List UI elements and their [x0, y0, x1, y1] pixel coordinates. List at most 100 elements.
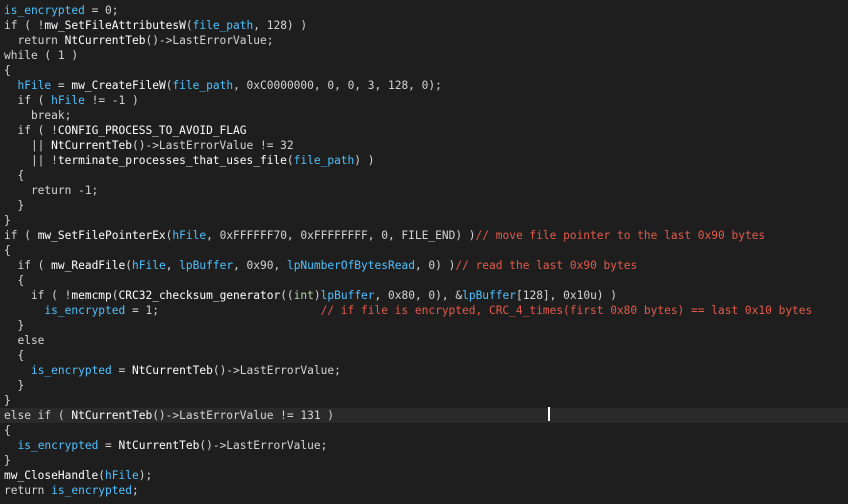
code-line[interactable]: is_encrypted = NtCurrentTeb()->LastError… [4, 363, 341, 378]
code-token: ()->LastErrorValue != 131 ) [152, 409, 335, 422]
code-line[interactable]: { [4, 63, 11, 78]
code-token: (( [280, 289, 294, 302]
code-token: ( [185, 19, 193, 32]
code-token: != -1 ) [84, 94, 139, 107]
code-token: if ( [4, 94, 52, 107]
code-line[interactable]: else [4, 333, 44, 348]
code-line[interactable]: is_encrypted = NtCurrentTeb()->LastError… [4, 438, 327, 453]
code-line[interactable]: } [4, 213, 11, 228]
code-token: } [4, 379, 25, 392]
code-token: while ( 1 ) [4, 49, 79, 62]
code-line[interactable]: is_encrypted = 1; // if file is encrypte… [4, 303, 812, 318]
code-token: CONFIG_PROCESS_TO_AVOID_FLAG [57, 124, 247, 137]
code-token: is_encrypted [51, 484, 132, 497]
code-line[interactable]: is_encrypted = 0; [4, 3, 119, 18]
code-token: = 1; [125, 304, 321, 317]
code-token: ) [313, 289, 321, 302]
code-line[interactable]: if ( !mw_SetFileAttributesW(file_path, 1… [4, 18, 307, 33]
code-token: return -1; [4, 184, 99, 197]
code-line[interactable]: { [4, 273, 24, 288]
code-token: , 0xFFFFFF70, 0xFFFFFFFF, 0, FILE_END) ) [206, 229, 476, 242]
code-token: , [165, 259, 180, 272]
code-line[interactable]: || NtCurrentTeb()->LastErrorValue != 32 [4, 138, 294, 153]
code-token: hFile [105, 469, 139, 482]
code-token: lpBuffer [179, 259, 234, 272]
code-token: CRC32_checksum_generator [118, 289, 281, 302]
code-token: { [4, 64, 11, 77]
code-token: ) ) [354, 154, 375, 167]
code-line[interactable]: mw_CloseHandle(hFile); [4, 468, 152, 483]
code-token: // read the last 0x90 bytes [455, 259, 638, 272]
code-token: , 0) ) [414, 259, 456, 272]
code-token: mw_SetFilePointerEx [37, 229, 166, 242]
code-line[interactable]: return is_encrypted; [4, 483, 139, 498]
code-token: { [4, 169, 25, 182]
code-token: is_encrypted [44, 304, 126, 317]
code-line[interactable]: return NtCurrentTeb()->LastErrorValue; [4, 33, 273, 48]
code-token: } [4, 454, 11, 467]
code-token: mw_CreateFileW [71, 79, 166, 92]
text-cursor [548, 407, 550, 421]
code-token: || ! [4, 154, 58, 167]
code-token: hFile [132, 259, 166, 272]
pseudocode-editor[interactable]: is_encrypted = 0; if ( !mw_SetFileAttribu… [0, 0, 848, 504]
code-token: NtCurrentTeb [132, 364, 213, 377]
code-token: { [4, 274, 25, 287]
code-token: is_encrypted [4, 4, 85, 17]
code-line[interactable]: || !terminate_processes_that_uses_file(f… [4, 153, 375, 168]
code-token: lpBuffer [462, 289, 516, 302]
code-token: return [4, 34, 65, 47]
code-token: ()->LastErrorValue; [199, 439, 328, 452]
code-token: memcmp [71, 289, 112, 302]
code-token: if ( [4, 259, 52, 272]
code-line[interactable]: } [4, 198, 24, 213]
code-token: // if file is encrypted, CRC_4_times(fir… [320, 304, 813, 317]
code-token: ( [286, 154, 294, 167]
code-line[interactable]: if ( !CONFIG_PROCESS_TO_AVOID_FLAG [4, 123, 246, 138]
code-token: hFile [51, 94, 85, 107]
code-token: [128], 0x10u) ) [515, 289, 618, 302]
code-token: } [4, 214, 11, 227]
code-token: } [4, 199, 25, 212]
code-token: NtCurrentTeb [51, 139, 132, 152]
code-token: else [4, 334, 45, 347]
code-line[interactable]: if ( mw_ReadFile(hFile, lpBuffer, 0x90, … [4, 258, 637, 273]
code-token: { [4, 244, 11, 257]
code-token: ; [131, 484, 139, 497]
code-token: mw_SetFileAttributesW [44, 19, 186, 32]
code-line[interactable]: break; [4, 108, 71, 123]
code-token: mw_CloseHandle [4, 469, 99, 482]
code-token: ); [138, 469, 153, 482]
code-token: ()->LastErrorValue; [145, 34, 274, 47]
code-token: file_path [192, 19, 254, 32]
code-line[interactable]: { [4, 423, 11, 438]
code-token: , 128) ) [253, 19, 308, 32]
code-token: return [4, 484, 52, 497]
code-token: int [293, 289, 314, 302]
code-token: ( [111, 289, 119, 302]
code-line[interactable]: { [4, 348, 24, 363]
code-token: mw_ReadFile [51, 259, 126, 272]
code-token: lpNumberOfBytesRead [286, 259, 415, 272]
code-line[interactable]: else if ( NtCurrentTeb()->LastErrorValue… [0, 408, 848, 423]
code-token: NtCurrentTeb [71, 409, 153, 422]
code-line[interactable]: { [4, 243, 11, 258]
code-line[interactable]: } [4, 318, 24, 333]
code-line[interactable]: if ( mw_SetFilePointerEx(hFile, 0xFFFFFF… [4, 228, 765, 243]
code-line[interactable]: { [4, 168, 24, 183]
code-token: { [4, 349, 25, 362]
code-token: is_encrypted [30, 364, 112, 377]
code-line[interactable]: if ( !memcmp(CRC32_checksum_generator((i… [4, 288, 617, 303]
code-line[interactable]: } [4, 453, 11, 468]
code-token: if ( ! [4, 124, 58, 137]
code-line[interactable]: } [4, 378, 24, 393]
code-line[interactable]: while ( 1 ) [4, 48, 78, 63]
code-line[interactable]: return -1; [4, 183, 98, 198]
code-line[interactable]: if ( hFile != -1 ) [4, 93, 139, 108]
code-token: } [4, 394, 11, 407]
code-line[interactable]: } [4, 393, 11, 408]
code-line[interactable]: hFile = mw_CreateFileW(file_path, 0xC000… [4, 78, 441, 93]
